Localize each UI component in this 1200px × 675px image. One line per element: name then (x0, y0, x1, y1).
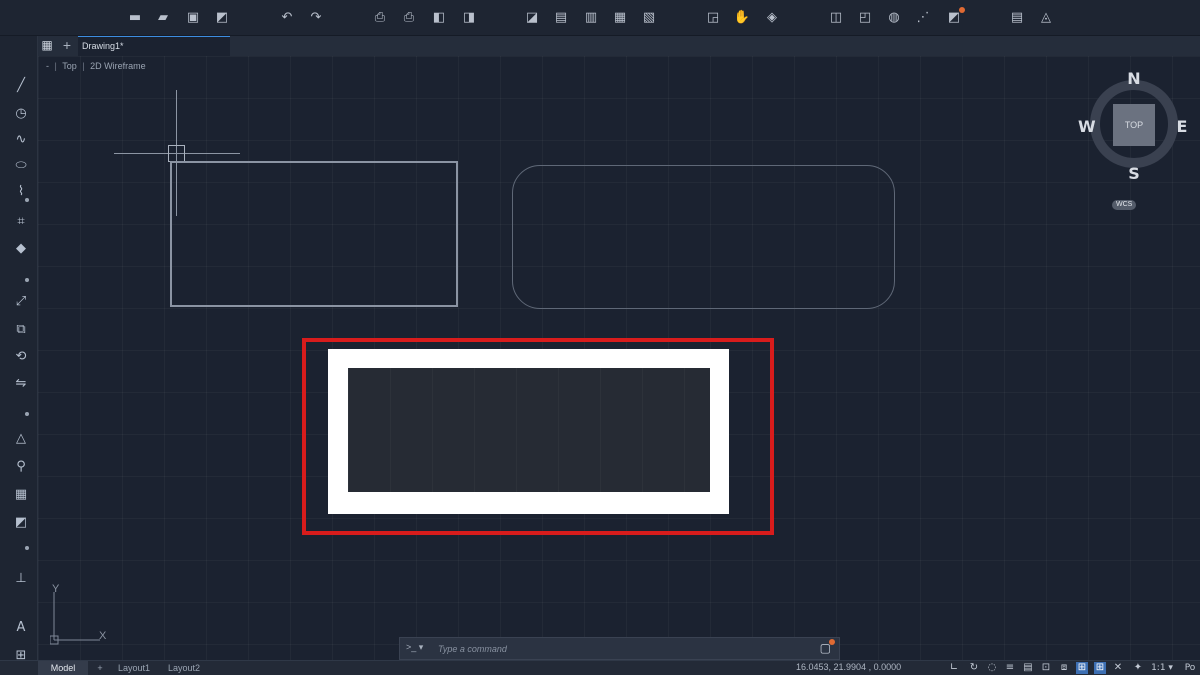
cursor-pickbox (168, 145, 185, 162)
annotation-scale[interactable]: 1:1 ▾ (1146, 662, 1178, 674)
compass-east[interactable]: E (1174, 117, 1190, 136)
add-layout-icon[interactable]: + (94, 661, 106, 675)
dynamic-ucs-icon[interactable]: ⊞ (1076, 662, 1088, 674)
block-icon[interactable]: ◰ (857, 10, 873, 26)
object-snap-icon[interactable]: ◌ (986, 662, 998, 674)
tab-layout1[interactable]: Layout1 (118, 661, 150, 675)
viewport-view[interactable]: Top (62, 61, 77, 71)
compass-north[interactable]: N (1126, 69, 1142, 88)
command-input[interactable] (438, 641, 808, 656)
viewcube[interactable]: TOP N S E W (1078, 69, 1190, 183)
new-file-icon[interactable]: ▬ (127, 10, 143, 26)
ucs-x-label: X (99, 630, 107, 642)
group-dot (25, 412, 29, 416)
dimension-icon[interactable]: △ (12, 431, 30, 447)
mirror-icon[interactable]: ⇋ (12, 376, 30, 392)
workspace-icon[interactable]: ▤ (1009, 10, 1025, 26)
lineweight-icon[interactable]: ≡ (1004, 662, 1016, 674)
command-customize-icon[interactable]: ▢ (820, 639, 835, 655)
tool-palette: ╱ ◷ ∿ ⬭ ⌇ ⌗ ◆ ⤢ ⧉ ⟲ ⇋ △ ⚲ ▦ ◩ ⊥ A ⊞ (0, 36, 38, 663)
gizmo-icon[interactable]: ✕ (1112, 662, 1124, 674)
group-dot (25, 278, 29, 282)
notification-dot (959, 7, 965, 13)
tab-model[interactable]: Model (38, 661, 88, 675)
table-icon[interactable]: ▧ (641, 10, 657, 26)
move-icon[interactable]: ⤢ (12, 294, 30, 310)
status-bar: Model + Layout1 Layout2 16.0453, 21.9904… (0, 660, 1200, 675)
match-properties-icon[interactable]: ◫ (828, 10, 844, 26)
open-folder-icon[interactable]: ▰ (155, 10, 171, 26)
settings-icon[interactable]: ◬ (1038, 10, 1054, 26)
command-prompt-menu[interactable]: >_ ▾ (406, 642, 423, 653)
viewport-minus[interactable]: - (46, 61, 49, 71)
compass-west[interactable]: W (1078, 117, 1096, 136)
rounded-rectangle-shape[interactable] (512, 165, 895, 309)
save-icon[interactable]: ▣ (185, 10, 201, 26)
measure-icon[interactable]: ⊥ (12, 571, 30, 587)
print-icon[interactable]: ⎙ (372, 10, 388, 26)
publish-icon[interactable]: ◧ (431, 10, 447, 26)
polyline-icon[interactable]: ∿ (12, 132, 30, 148)
wcs-menu[interactable]: WCS (1112, 200, 1137, 210)
notification-icon[interactable]: ◩ (946, 7, 965, 26)
ellipse-icon[interactable]: ⬭ (12, 158, 30, 174)
hatch-icon[interactable]: ◆ (12, 241, 30, 257)
render-icon[interactable]: ◍ (886, 10, 902, 26)
orbit-icon[interactable]: ◈ (764, 10, 780, 26)
viewport-controls[interactable]: - | Top | 2D Wireframe (46, 61, 149, 71)
highlight-box (302, 338, 774, 535)
properties-icon[interactable]: ▦ (612, 10, 628, 26)
annotate-icon[interactable]: ⚲ (12, 459, 30, 475)
viewport-visual-style[interactable]: 2D Wireframe (90, 61, 146, 71)
circle-icon[interactable]: ◷ (12, 106, 30, 122)
zoom-window-icon[interactable]: ◲ (705, 10, 721, 26)
command-notification-dot (829, 639, 835, 645)
annotation-visibility-icon[interactable]: ✦ (1132, 662, 1144, 674)
new-tab-plus-icon[interactable]: + (60, 37, 74, 53)
3d-osnap-icon[interactable]: ⧈ (1058, 662, 1070, 674)
share-icon[interactable]: ⋰ (915, 10, 931, 26)
tab-drawing[interactable]: Drawing1* (78, 36, 230, 56)
status-overflow[interactable]: Po (1182, 662, 1198, 674)
group-dot (25, 198, 29, 202)
group-dot (25, 546, 29, 550)
rectangle-shape[interactable] (170, 161, 458, 307)
redo-icon[interactable]: ↷ (308, 10, 324, 26)
pan-icon[interactable]: ✋ (734, 10, 750, 26)
viewcube-top-face[interactable]: TOP (1113, 104, 1155, 146)
plot-icon[interactable]: ⎙ (401, 10, 417, 26)
line-icon[interactable]: ╱ (12, 78, 30, 94)
sheet-set-icon[interactable]: ◪ (524, 10, 540, 26)
tab-layout2[interactable]: Layout2 (168, 661, 200, 675)
drawing-canvas[interactable]: - | Top | 2D Wireframe TOP N S E W WCS Y… (38, 56, 1200, 660)
polar-icon[interactable]: ↻ (968, 662, 980, 674)
layer-icon[interactable]: ▥ (583, 10, 599, 26)
ortho-icon[interactable]: ∟ (948, 662, 960, 674)
export-icon[interactable]: ◨ (461, 10, 477, 26)
coordinate-readout: 16.0453, 21.9904 , 0.0000 (796, 662, 902, 672)
text-icon[interactable]: A (12, 620, 30, 636)
document-tabs: ▦ + Drawing1* (38, 36, 1200, 56)
ucs-y-label: Y (52, 583, 60, 595)
save-as-icon[interactable]: ◩ (214, 10, 230, 26)
selection-filter-icon[interactable]: ⊞ (1094, 662, 1106, 674)
quick-access-toolbar: ▬ ▰ ▣ ◩ ↶ ↷ ⎙ ⎙ ◧ ◨ ◪ ▤ ▥ ▦ ▧ ◲ ✋ ◈ ◫ ◰ … (0, 0, 1200, 36)
compass-south[interactable]: S (1126, 164, 1142, 183)
command-line: >_ ▾ ▢ (399, 637, 840, 660)
rotate-icon[interactable]: ⟲ (12, 349, 30, 365)
selection-cycling-icon[interactable]: ⊡ (1040, 662, 1052, 674)
transparency-icon[interactable]: ▤ (1022, 662, 1034, 674)
trim-icon[interactable]: ⌗ (12, 214, 30, 230)
undo-icon[interactable]: ↶ (279, 10, 295, 26)
start-tab-grid-icon[interactable]: ▦ (40, 38, 54, 52)
grid-icon[interactable]: ▦ (12, 487, 30, 503)
copy-icon[interactable]: ⧉ (12, 322, 30, 338)
block-insert-icon[interactable]: ◩ (12, 515, 30, 531)
layout-icon[interactable]: ▤ (553, 10, 569, 26)
